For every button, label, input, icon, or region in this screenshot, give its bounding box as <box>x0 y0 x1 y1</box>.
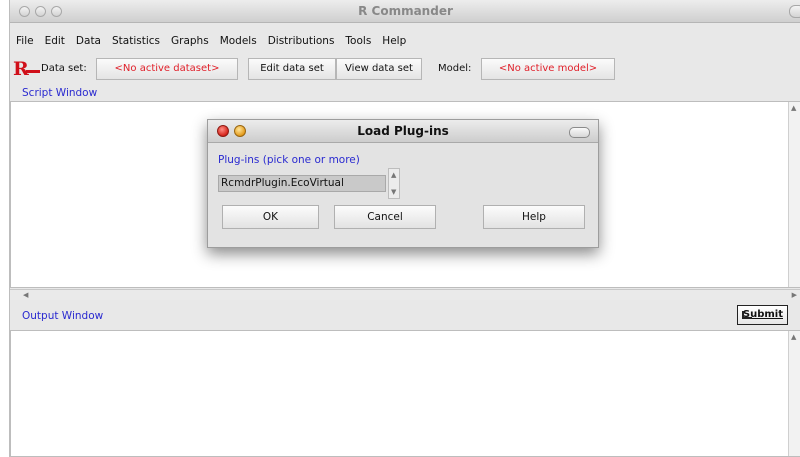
title-bar: R Commander <box>10 0 800 23</box>
window-title: R Commander <box>358 4 453 18</box>
menu-graphs[interactable]: Graphs <box>165 32 214 50</box>
menu-models[interactable]: Models <box>214 32 262 50</box>
plugins-prompt: Plug-ins (pick one or more) <box>218 154 360 166</box>
plugins-listbox[interactable]: RcmdrPlugin.EcoVirtual <box>218 175 386 192</box>
menu-bar: File Edit Data Statistics Graphs Models … <box>10 32 411 50</box>
menu-edit[interactable]: Edit <box>39 32 70 50</box>
dialog-title: Load Plug-ins <box>357 124 449 138</box>
cancel-button[interactable]: Cancel <box>334 205 436 229</box>
dialog-title-bar: Load Plug-ins <box>208 120 598 143</box>
menu-tools[interactable]: Tools <box>339 32 376 50</box>
r-logo-underline <box>26 70 40 73</box>
toolbar-toggle-icon[interactable] <box>569 127 590 138</box>
menu-statistics[interactable]: Statistics <box>106 32 165 50</box>
output-textarea[interactable]: ▲ <box>10 330 800 457</box>
active-dataset-button[interactable]: <No active dataset> <box>96 58 238 80</box>
scroll-arrow-right-icon[interactable]: ▶ <box>792 291 797 299</box>
menu-data[interactable]: Data <box>70 32 106 50</box>
scroll-arrow-up-icon[interactable]: ▲ <box>791 333 796 341</box>
output-window-label: Output Window <box>22 310 104 322</box>
dataset-label: Data set: <box>41 63 87 74</box>
edit-dataset-button[interactable]: Edit data set <box>248 58 336 80</box>
model-label: Model: <box>438 63 472 74</box>
active-model-button[interactable]: <No active model> <box>481 58 615 80</box>
output-vertical-scrollbar[interactable]: ▲ <box>788 331 800 456</box>
help-button[interactable]: Help <box>483 205 585 229</box>
menu-help[interactable]: Help <box>376 32 411 50</box>
script-window-label: Script Window <box>22 87 98 99</box>
r-logo-icon: R <box>13 58 29 80</box>
toolbar-toggle-icon[interactable] <box>789 5 800 18</box>
toolbar: R Data set: <No active dataset> Edit dat… <box>10 57 800 83</box>
menu-distributions[interactable]: Distributions <box>262 32 340 50</box>
ok-button[interactable]: OK <box>222 205 319 229</box>
scroll-arrow-down-icon[interactable]: ▼ <box>391 188 396 196</box>
plugins-list-scrollbar[interactable]: ▲ ▼ <box>388 168 400 199</box>
load-plugins-dialog: Load Plug-ins Plug-ins (pick one or more… <box>207 119 599 248</box>
menu-file[interactable]: File <box>10 32 39 50</box>
submit-button[interactable]: Submit <box>737 305 788 325</box>
scroll-arrow-up-icon[interactable]: ▲ <box>391 171 396 179</box>
scroll-arrow-up-icon[interactable]: ▲ <box>791 104 796 112</box>
script-vertical-scrollbar[interactable]: ▲ <box>788 102 800 287</box>
scroll-arrow-left-icon[interactable]: ◀ <box>23 291 28 299</box>
plugin-list-item[interactable]: RcmdrPlugin.EcoVirtual <box>221 177 344 189</box>
script-horizontal-scrollbar[interactable]: ◀ ▶ <box>10 289 800 300</box>
view-dataset-button[interactable]: View data set <box>336 58 422 80</box>
submit-return-icon <box>742 311 752 319</box>
